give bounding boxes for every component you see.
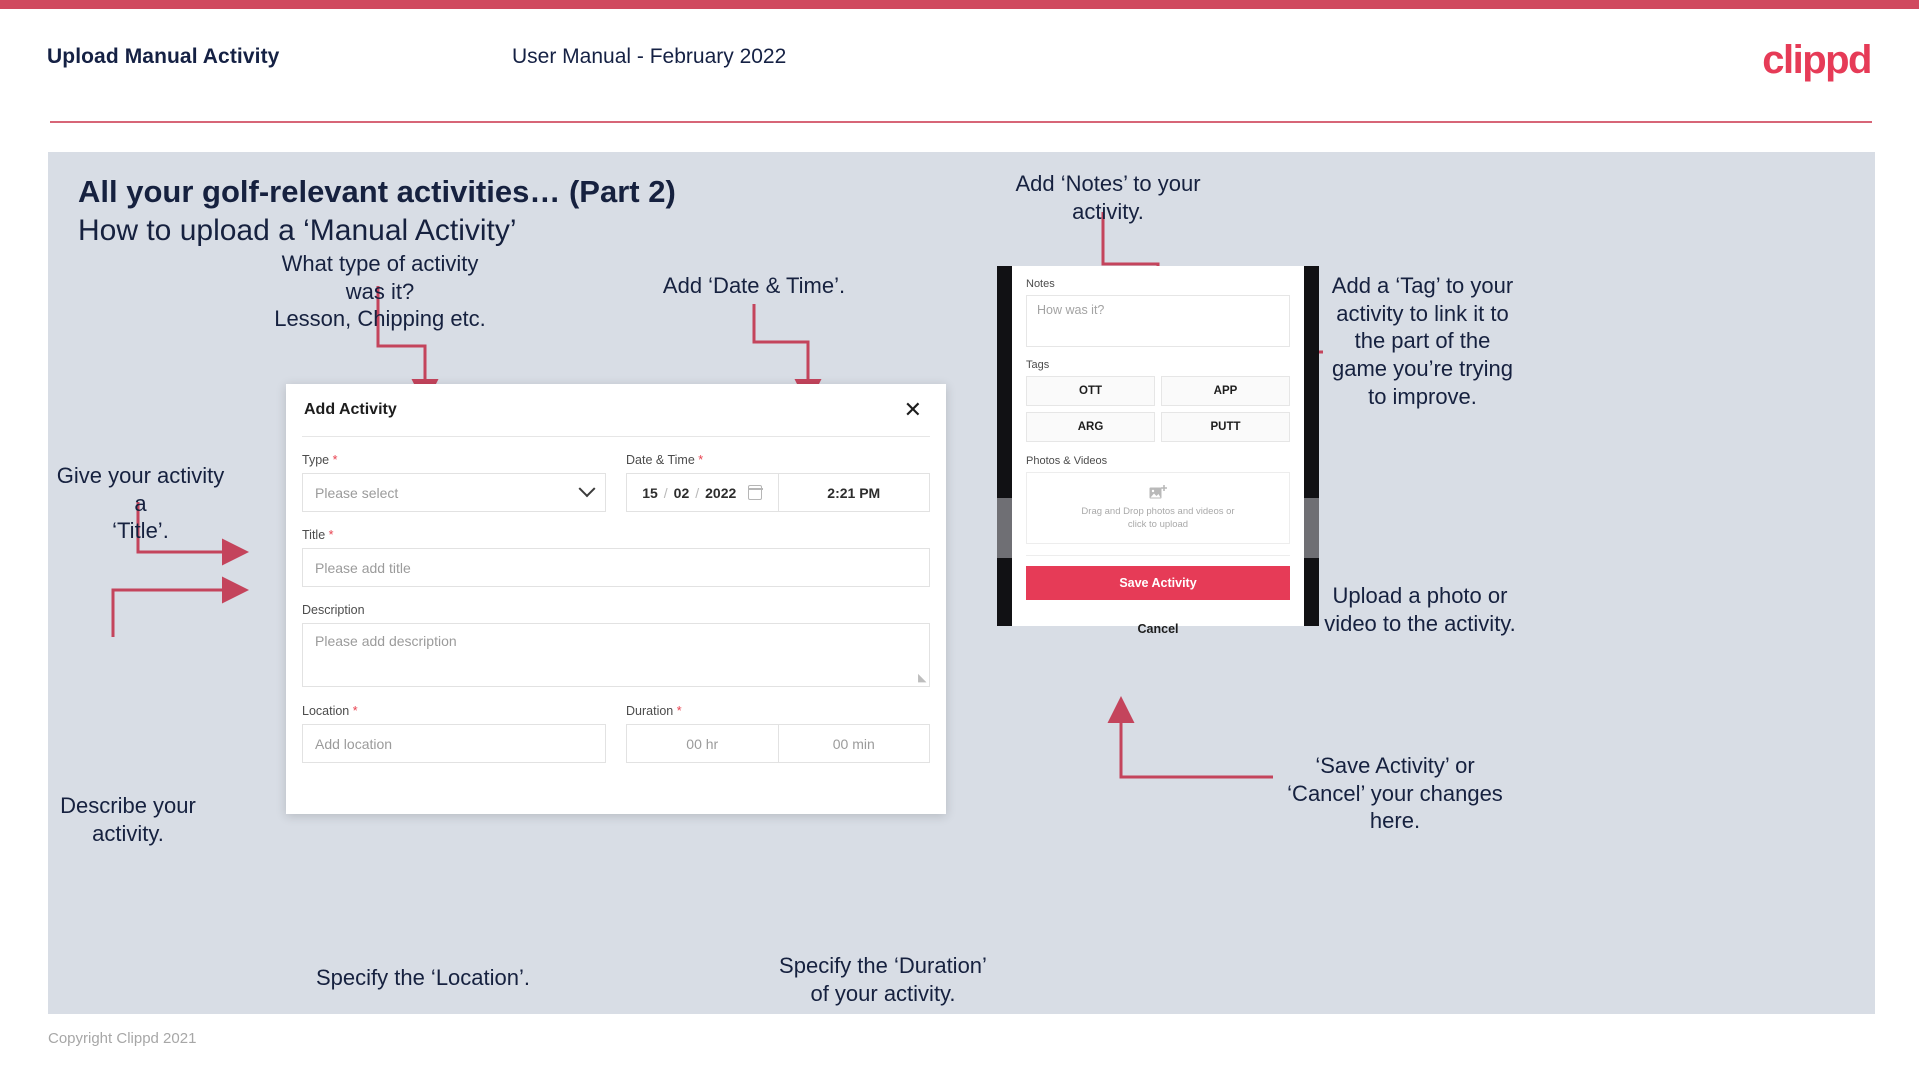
cancel-button[interactable]: Cancel xyxy=(1026,622,1290,636)
phone-button-left xyxy=(997,498,1012,558)
row-type-datetime: Type * Please select Date & Time * 15 / … xyxy=(302,453,930,512)
duration-hours-input[interactable]: 00 hr xyxy=(627,725,778,762)
row-location-duration: Location * Add location Duration * 00 hr xyxy=(302,704,930,763)
page-subtitle: User Manual - February 2022 xyxy=(512,45,787,68)
annotation-duration: Specify the ‘Duration’ of your activity. xyxy=(779,953,987,1006)
photo-dropzone[interactable]: Drag and Drop photos and videos or click… xyxy=(1026,472,1290,544)
date-day: 15 xyxy=(642,484,658,501)
page-title: Upload Manual Activity xyxy=(47,45,280,68)
close-icon[interactable]: ✕ xyxy=(900,397,926,423)
resize-handle-icon[interactable]: ◢ xyxy=(918,671,926,684)
annotation-save-cancel: ‘Save Activity’ or ‘Cancel’ your changes… xyxy=(1287,753,1503,834)
slide-subheading: How to upload a ‘Manual Activity’ xyxy=(78,214,517,247)
field-type: Type * Please select xyxy=(302,453,606,512)
tag-arg[interactable]: ARG xyxy=(1026,412,1155,442)
field-location: Location * Add location xyxy=(302,704,606,763)
notes-placeholder: How was it? xyxy=(1037,303,1105,317)
duration-label-text: Duration xyxy=(626,704,674,718)
phone-bezel-right xyxy=(1304,266,1319,626)
title-input-placeholder: Please add title xyxy=(315,559,411,576)
type-select-value: Please select xyxy=(315,484,399,501)
add-activity-dialog: Add Activity ✕ Type * Please select Date… xyxy=(286,384,946,814)
tag-putt[interactable]: PUTT xyxy=(1161,412,1290,442)
type-label-text: Type xyxy=(302,453,330,467)
annotation-title: Give your activity a ‘Title’. xyxy=(56,463,225,544)
save-activity-button[interactable]: Save Activity xyxy=(1026,566,1290,600)
phone-divider xyxy=(1026,555,1290,556)
date-time-group: 15 / 02 / 2022 2:21 PM xyxy=(626,473,930,512)
dialog-header: Add Activity ✕ xyxy=(286,384,946,436)
date-time-label-text: Date & Time xyxy=(626,453,695,467)
tag-ott[interactable]: OTT xyxy=(1026,376,1155,406)
required-asterisk: * xyxy=(325,528,334,542)
title-label-text: Title xyxy=(302,528,326,542)
time-input[interactable]: 2:21 PM xyxy=(779,474,930,511)
date-year: 2022 xyxy=(705,484,737,501)
notes-label: Notes xyxy=(1026,278,1055,290)
slide-heading: All your golf-relevant activities… (Part… xyxy=(78,174,676,209)
description-placeholder: Please add description xyxy=(315,633,457,649)
location-input[interactable]: Add location xyxy=(302,724,606,763)
date-month: 02 xyxy=(673,484,690,501)
type-select[interactable]: Please select xyxy=(302,473,606,512)
add-image-icon xyxy=(1149,484,1167,499)
description-textarea[interactable]: Please add description ◢ xyxy=(302,623,930,687)
required-asterisk: * xyxy=(329,453,338,467)
date-input[interactable]: 15 / 02 / 2022 xyxy=(627,474,778,511)
dialog-body: Type * Please select Date & Time * 15 / … xyxy=(286,437,946,763)
top-accent-bar xyxy=(0,0,1919,9)
notes-textarea[interactable]: How was it? xyxy=(1026,295,1290,347)
annotation-photos: Upload a photo or video to the activity. xyxy=(1324,583,1516,636)
location-label: Location * xyxy=(302,704,606,718)
annotation-description: Describe your activity. xyxy=(60,793,196,846)
field-description: Description Please add description ◢ xyxy=(302,603,930,687)
field-title: Title * Please add title xyxy=(302,528,930,587)
duration-group: 00 hr 00 min xyxy=(626,724,930,763)
dialog-title: Add Activity xyxy=(304,401,397,418)
dropzone-text: Drag and Drop photos and videos or click… xyxy=(1081,505,1235,530)
slide-canvas: All your golf-relevant activities… (Part… xyxy=(48,152,1875,1014)
footer-copyright: Copyright Clippd 2021 xyxy=(48,1030,197,1047)
clippd-logo: clippd xyxy=(1762,38,1872,82)
header-divider xyxy=(50,121,1872,123)
required-asterisk: * xyxy=(694,453,704,467)
phone-button-right xyxy=(1304,498,1319,558)
phone-mockup: Notes How was it? Tags OTT APP ARG PUTT … xyxy=(997,266,1319,636)
annotation-type: What type of activity was it? Lesson, Ch… xyxy=(274,251,486,332)
location-label-text: Location xyxy=(302,704,350,718)
date-sep: / xyxy=(663,484,668,501)
annotation-date-time: Add ‘Date & Time’. xyxy=(662,273,846,298)
field-date-time: Date & Time * 15 / 02 / 2022 2:21 PM xyxy=(626,453,930,512)
title-input[interactable]: Please add title xyxy=(302,548,930,587)
tags-grid: OTT APP ARG PUTT xyxy=(1026,376,1290,442)
required-asterisk: * xyxy=(349,704,358,718)
duration-label: Duration * xyxy=(626,704,930,718)
location-placeholder: Add location xyxy=(315,735,393,752)
duration-minutes-input[interactable]: 00 min xyxy=(779,725,930,762)
tags-label: Tags xyxy=(1026,359,1050,371)
photos-videos-label: Photos & Videos xyxy=(1026,455,1108,467)
phone-bezel-left xyxy=(997,266,1012,626)
annotation-notes: Add ‘Notes’ to your activity. xyxy=(1015,171,1201,224)
annotation-location: Specify the ‘Location’. xyxy=(315,965,531,990)
type-label: Type * xyxy=(302,453,606,467)
annotation-tags: Add a ‘Tag’ to your activity to link it … xyxy=(1331,273,1514,409)
field-duration: Duration * 00 hr 00 min xyxy=(626,704,930,763)
calendar-icon[interactable] xyxy=(747,485,763,500)
required-asterisk: * xyxy=(673,704,682,718)
title-label: Title * xyxy=(302,528,930,542)
tag-app[interactable]: APP xyxy=(1161,376,1290,406)
date-time-label: Date & Time * xyxy=(626,453,930,467)
phone-screen: Notes How was it? Tags OTT APP ARG PUTT … xyxy=(1012,266,1304,636)
description-label: Description xyxy=(302,603,365,617)
date-sep: / xyxy=(695,484,700,501)
slide-page: Upload Manual Activity User Manual - Feb… xyxy=(0,0,1919,1079)
chevron-down-icon xyxy=(578,479,596,497)
